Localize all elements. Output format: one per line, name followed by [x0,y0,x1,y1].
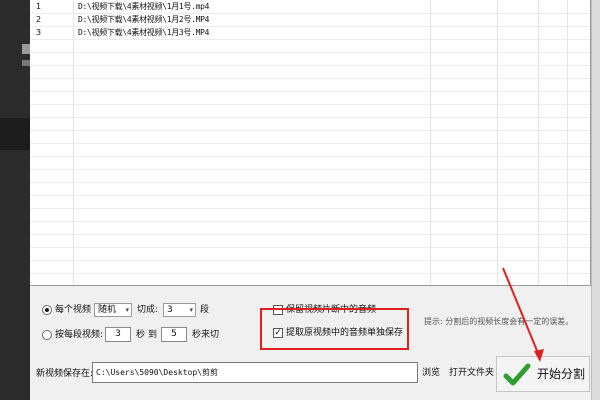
grid-line [30,234,590,235]
mode-select[interactable]: 随机 ▾ [94,303,132,317]
start-split-label: 开始分割 [537,367,586,381]
end-label: 秒来切 [192,330,220,340]
save-path-input[interactable]: C:\Users\5090\Desktop\剪剪 [92,362,418,383]
grid-line [30,260,590,261]
segment-count-value: 3 [167,305,173,315]
left-panel-band [0,118,30,150]
to-seconds-input[interactable]: 5 [161,327,187,342]
chevron-down-icon: ▾ [125,306,129,314]
grid-line [30,156,590,157]
grid-line [30,169,590,170]
hint-text: 提示: 分割后的视频长度会有一定的误差。 [424,317,574,326]
cut-label: 切成: [137,305,159,315]
highlight-box [260,308,409,350]
list-item[interactable]: 1 D:\视频下载\4素材视频\1月1号.mp4 [30,0,590,13]
file-list[interactable]: 1 D:\视频下载\4素材视频\1月1号.mp4 2 D:\视频下载\4素材视频… [30,0,591,286]
grid-line [30,247,590,248]
left-panel-chip-2 [22,60,30,66]
mode-select-value: 随机 [98,305,117,315]
grid-line [30,65,590,66]
grid-line [30,117,590,118]
segments-label: 段 [200,305,210,315]
right-edge [591,0,600,400]
row-index: 3 [36,28,42,37]
grid-line [30,143,590,144]
left-panel [0,0,30,400]
open-folder-button[interactable]: 打开文件夹 [449,366,494,380]
grid-line [30,39,590,40]
grid-line [30,78,590,79]
row-index: 2 [36,15,42,24]
list-item[interactable]: 3 D:\视频下载\4素材视频\1月3号.MP4 [30,26,590,39]
from-seconds-input[interactable]: 3 [105,327,131,342]
grid-line [30,221,590,222]
row-path: D:\视频下载\4素材视频\1月2号.MP4 [78,15,210,24]
list-item[interactable]: 2 D:\视频下载\4素材视频\1月2号.MP4 [30,13,590,26]
grid-line [30,182,590,183]
grid-line [30,195,590,196]
grid-line [30,104,590,105]
per-video-label: 每个视频 [55,305,92,315]
browse-button[interactable]: 浏览 [422,366,440,380]
check-icon [503,363,531,386]
grid-line [30,91,590,92]
row-index: 1 [36,2,42,11]
grid-line [30,208,590,209]
per-segment-label: 按每段视频: [55,330,104,340]
save-label: 新视频保存在: [36,369,94,379]
grid-line [30,273,590,274]
to-label: 到 [148,330,158,340]
per-video-radio[interactable] [42,305,52,315]
start-split-button[interactable]: 开始分割 [496,356,590,392]
grid-line [30,130,590,131]
grid-line [30,52,590,53]
segment-count-select[interactable]: 3 ▾ [163,303,196,317]
row-path: D:\视频下载\4素材视频\1月1号.mp4 [78,2,210,11]
left-panel-chip [22,44,30,54]
row-path: D:\视频下载\4素材视频\1月3号.MP4 [78,28,210,37]
sec-label: 秒 [136,330,146,340]
per-segment-radio[interactable] [42,330,52,340]
chevron-down-icon: ▾ [189,306,193,314]
